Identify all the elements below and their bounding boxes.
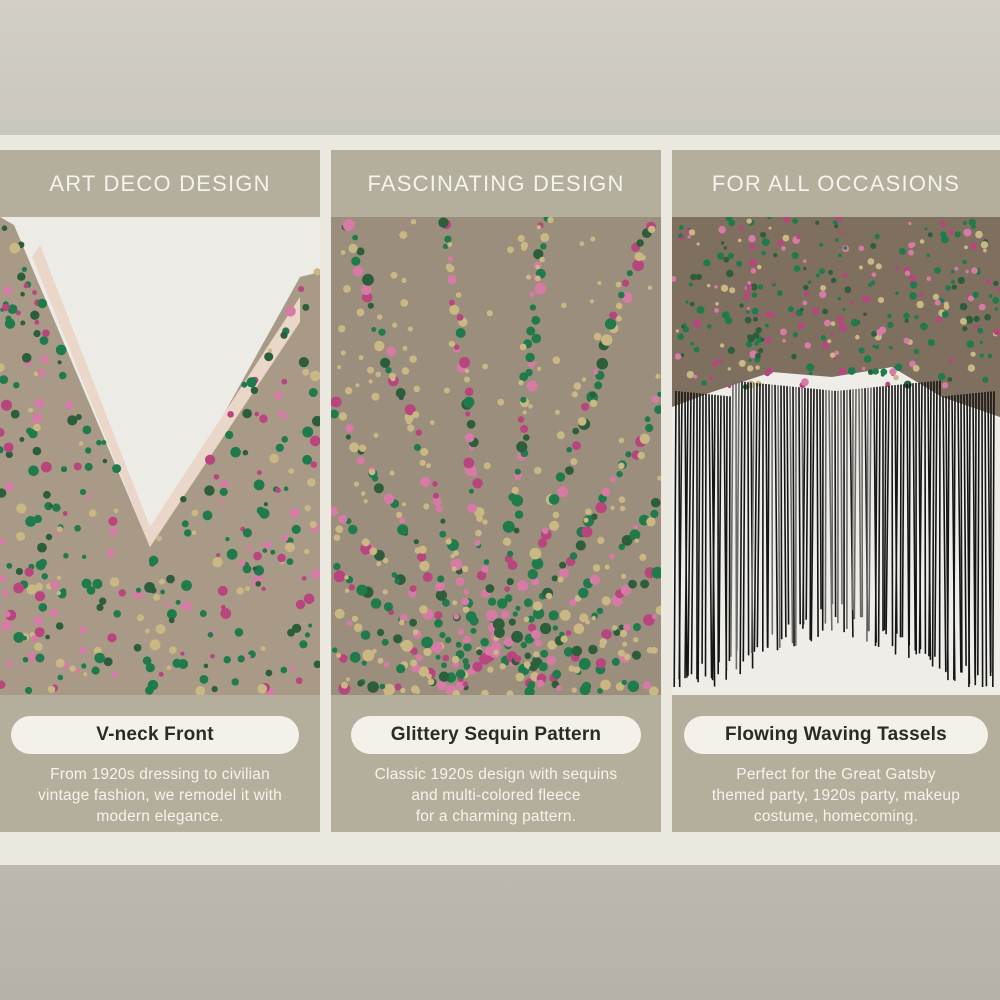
feature-panel-fascinating: FASCINATING DESIGN Glittery Sequin Patte…: [331, 150, 661, 832]
panel-heading: ART DECO DESIGN: [49, 170, 271, 196]
feature-description: Perfect for the Great Gatsby themed part…: [711, 766, 961, 825]
panel-heading: FASCINATING DESIGN: [367, 170, 625, 196]
feature-label-pill: Flowing Waving Tassels: [684, 716, 988, 754]
tassels-photo: [672, 217, 1000, 695]
feature-label-pill: Glittery Sequin Pattern: [351, 716, 641, 754]
panel-heading: FOR ALL OCCASIONS: [711, 170, 961, 196]
feature-panel-occasions: FOR ALL OCCASIONS Flowing Waving Tassels…: [672, 150, 1000, 832]
feature-description: From 1920s dressing to civilian vintage …: [38, 766, 282, 825]
sequin-pattern-photo: [331, 217, 661, 695]
v-neck-front-photo: [0, 217, 320, 695]
feature-description: Classic 1920s design with sequins and mu…: [374, 766, 618, 825]
feature-panel-art-deco: ART DECO DESIGN V-neck Front From 1920s …: [0, 150, 320, 832]
feature-label-pill: V-neck Front: [11, 716, 299, 754]
